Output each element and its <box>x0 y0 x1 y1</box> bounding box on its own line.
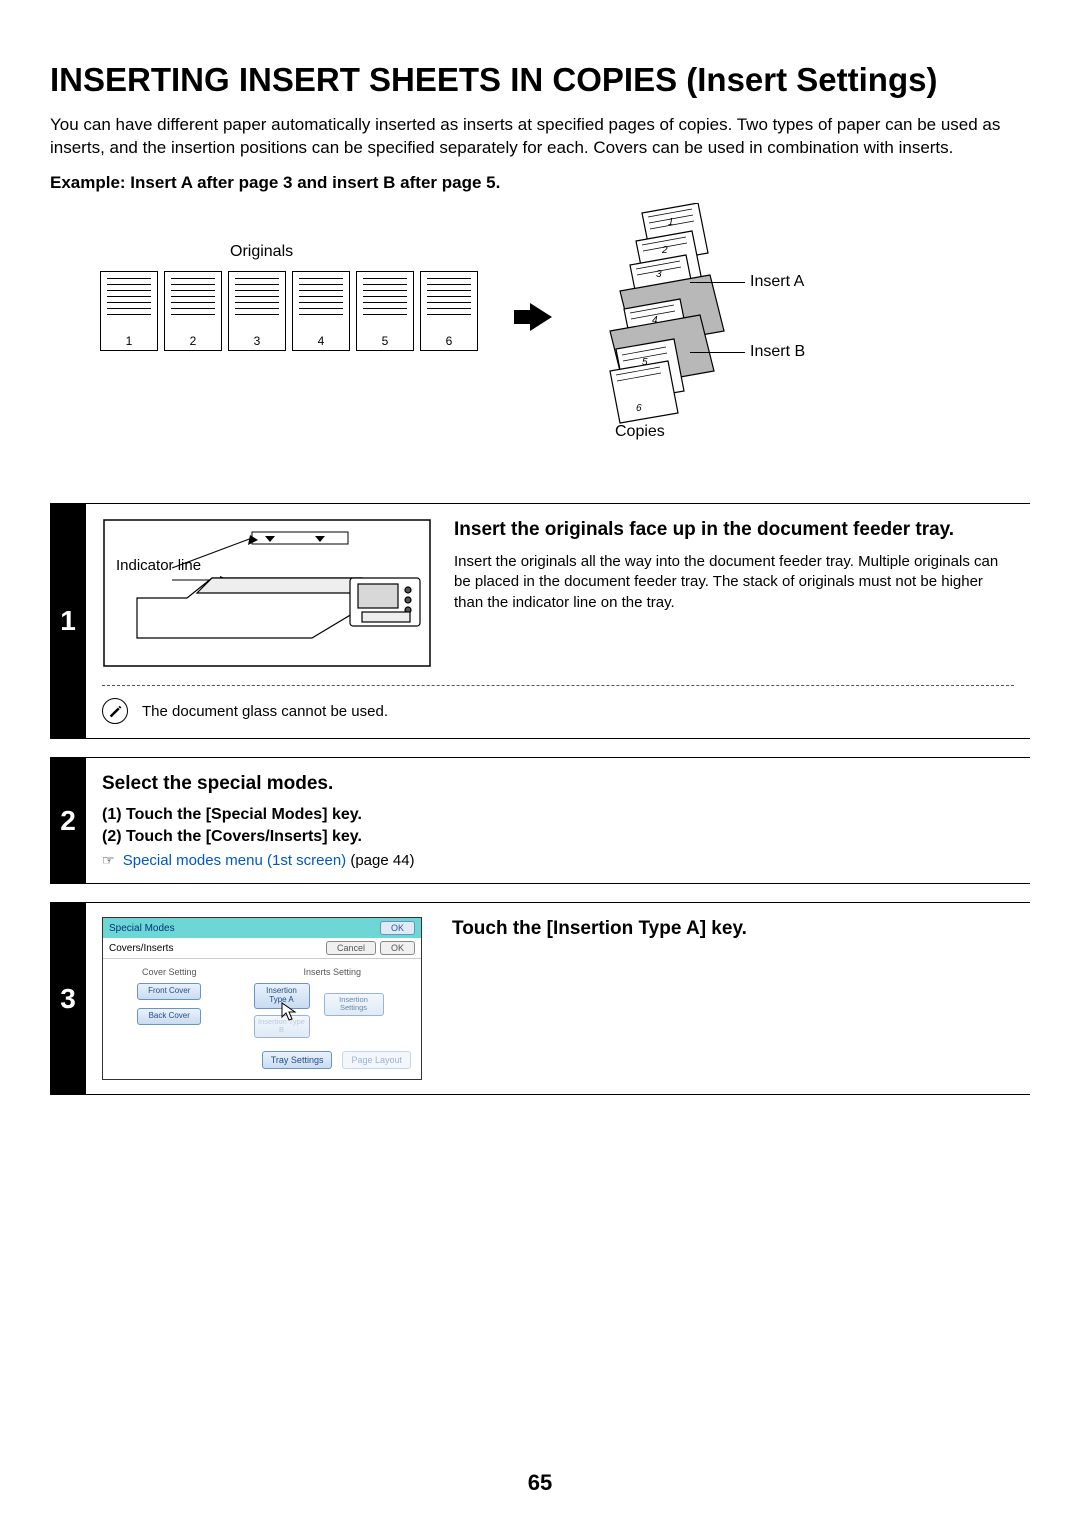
step3-heading: Touch the [Insertion Type A] key. <box>452 917 1014 941</box>
back-cover-key[interactable]: Back Cover <box>137 1008 201 1025</box>
page-number: 65 <box>0 1470 1080 1496</box>
cancel-button[interactable]: Cancel <box>326 941 376 955</box>
divider <box>102 685 1014 686</box>
inserts-setting-label: Inserts Setting <box>254 967 412 977</box>
crossref-link[interactable]: Special modes menu (1st screen) <box>123 852 346 869</box>
panel-subtitle: Covers/Inserts <box>109 943 173 954</box>
original-pages-row: 1 2 3 4 5 6 <box>100 271 478 351</box>
page-title: INSERTING INSERT SHEETS IN COPIES (Inser… <box>50 60 1030 100</box>
originals-label: Originals <box>230 243 293 261</box>
original-page: 1 <box>100 271 158 351</box>
step-3: 3 Special Modes OK Covers/Inserts Cancel… <box>50 902 1030 1095</box>
panel-title: Special Modes <box>109 923 175 934</box>
cover-setting-label: Cover Setting <box>113 967 226 977</box>
indicator-line-label: Indicator line <box>116 558 201 575</box>
callout-line <box>690 282 745 283</box>
touch-panel-screenshot: Special Modes OK Covers/Inserts Cancel O… <box>102 917 422 1080</box>
step2-substep: (1) Touch the [Special Modes] key. <box>102 806 1014 824</box>
crossref-page: (page 44) <box>350 852 414 869</box>
intro-paragraph: You can have different paper automatical… <box>50 114 1030 160</box>
example-label: Example: Insert A after page 3 and inser… <box>50 173 1030 193</box>
example-diagram: Originals 1 2 3 4 5 6 1 2 3 4 <box>50 213 1030 473</box>
step-number: 2 <box>50 757 86 884</box>
step2-heading: Select the special modes. <box>102 772 1014 796</box>
step1-heading: Insert the originals face up in the docu… <box>454 518 1014 542</box>
step-1: 1 Indicator line <box>50 503 1030 739</box>
insert-b-label: Insert B <box>750 343 805 361</box>
svg-text:6: 6 <box>636 403 642 414</box>
callout-line <box>690 352 745 353</box>
tray-settings-key[interactable]: Tray Settings <box>262 1051 333 1069</box>
note-icon <box>102 698 128 724</box>
svg-text:5: 5 <box>642 357 648 368</box>
cursor-icon <box>280 1001 302 1023</box>
copies-label: Copies <box>615 423 665 441</box>
insertion-settings-key[interactable]: Insertion Settings <box>324 993 384 1016</box>
original-page: 2 <box>164 271 222 351</box>
page-layout-key[interactable]: Page Layout <box>342 1051 411 1069</box>
cross-reference: ☞ Special modes menu (1st screen) (page … <box>102 852 1014 869</box>
ok-button[interactable]: OK <box>380 941 415 955</box>
step1-text: Insert the originals all the way into th… <box>454 552 1014 613</box>
step2-substep: (2) Touch the [Covers/Inserts] key. <box>102 828 1014 846</box>
original-page: 5 <box>356 271 414 351</box>
front-cover-key[interactable]: Front Cover <box>137 983 201 1000</box>
original-page: 4 <box>292 271 350 351</box>
printer-illustration: Indicator line <box>102 518 432 673</box>
arrow-right-icon <box>530 303 552 331</box>
svg-text:4: 4 <box>652 315 658 326</box>
copies-stack: 1 2 3 4 5 6 <box>580 203 760 433</box>
original-page: 3 <box>228 271 286 351</box>
step1-note: The document glass cannot be used. <box>142 703 388 720</box>
step-2: 2 Select the special modes. (1) Touch th… <box>50 757 1030 884</box>
ok-button[interactable]: OK <box>380 921 415 935</box>
step-number: 1 <box>50 503 86 739</box>
original-page: 6 <box>420 271 478 351</box>
insert-a-label: Insert A <box>750 273 804 291</box>
step-number: 3 <box>50 902 86 1095</box>
pointer-icon: ☞ <box>102 852 115 868</box>
